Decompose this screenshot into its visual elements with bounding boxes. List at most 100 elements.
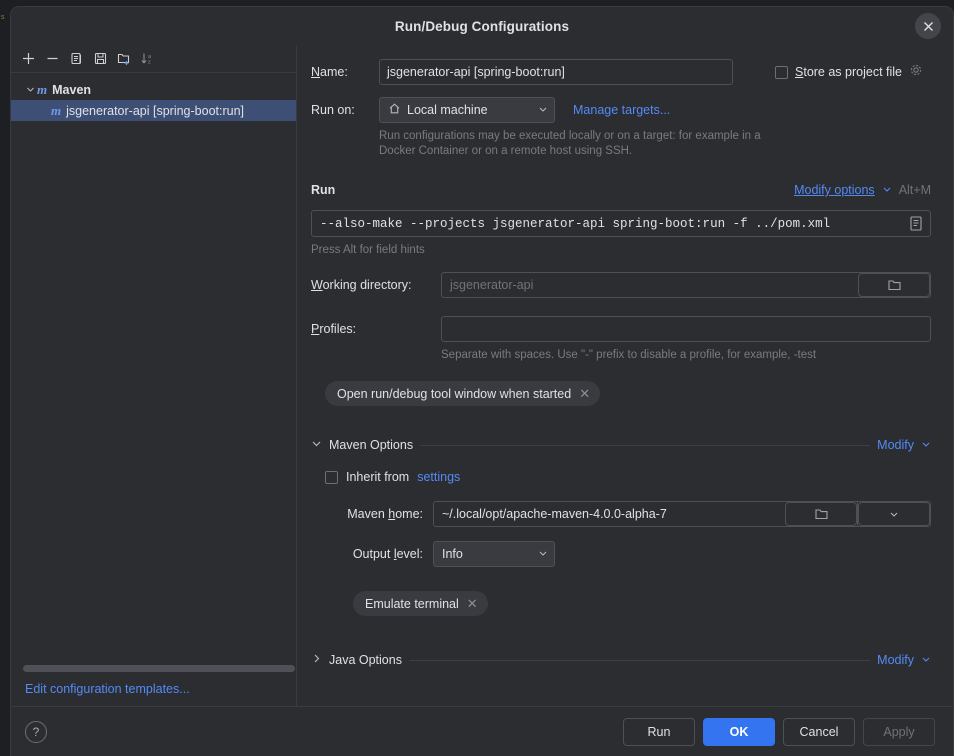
java-options-modify-link[interactable]: Modify	[877, 653, 914, 667]
folder-icon[interactable]	[858, 273, 930, 297]
profiles-row: Profiles:	[311, 316, 931, 342]
folder-icon[interactable]	[785, 502, 857, 526]
maven-options-title: Maven Options	[329, 438, 414, 452]
sidebar-footer: Edit configuration templates...	[11, 665, 296, 706]
run-section-title: Run	[311, 183, 336, 197]
sort-alpha-icon[interactable]: a z	[137, 48, 159, 70]
scrollbar-thumb[interactable]	[23, 665, 295, 672]
tag-label: Emulate terminal	[365, 596, 459, 611]
save-icon[interactable]	[89, 48, 111, 70]
run-button[interactable]: Run	[623, 717, 695, 746]
section-rule	[408, 659, 871, 661]
tree-group-label: Maven	[52, 82, 92, 97]
gear-icon[interactable]	[909, 63, 923, 82]
new-folder-icon[interactable]	[113, 48, 135, 70]
maven-icon: m	[51, 102, 62, 118]
sidebar-toolbar: a z	[11, 45, 296, 73]
maven-options-modify-link[interactable]: Modify	[877, 438, 914, 452]
dialog-body: a z m Maven m jsgenerator-api [spring-bo…	[11, 45, 953, 706]
inherit-from-settings-row[interactable]: Inherit from settings	[325, 470, 931, 484]
tree-item-label: jsgenerator-api [spring-boot:run]	[66, 103, 244, 118]
dialog-footer: ? Run OK Cancel Apply	[11, 706, 953, 756]
maven-home-input[interactable]: ~/.local/opt/apache-maven-4.0.0-alpha-7	[433, 501, 931, 527]
close-icon[interactable]: ✕	[579, 387, 590, 400]
output-level-dropdown[interactable]: Info	[433, 541, 555, 567]
home-icon	[388, 102, 401, 118]
tree-group-maven[interactable]: m Maven	[11, 79, 296, 100]
output-level-value: Info	[442, 547, 463, 561]
working-directory-row: Working directory: jsgenerator-api	[311, 272, 931, 298]
tag-label: Open run/debug tool window when started	[337, 386, 572, 401]
footer-buttons: Run OK Cancel Apply	[623, 717, 935, 746]
manage-targets-link[interactable]: Manage targets...	[573, 103, 670, 117]
profiles-label: Profiles:	[311, 322, 357, 336]
tree-item-jsgenerator-api[interactable]: m jsgenerator-api [spring-boot:run]	[11, 100, 296, 121]
chevron-down-icon[interactable]	[921, 651, 931, 669]
copy-icon[interactable]	[65, 48, 87, 70]
run-on-value: Local machine	[407, 103, 488, 117]
run-on-hint: Run configurations may be executed local…	[379, 130, 761, 157]
inherit-from-label: Inherit from	[346, 470, 410, 484]
name-input[interactable]: jsgenerator-api [spring-boot:run]	[379, 59, 733, 85]
configuration-form: Name: jsgenerator-api [spring-boot:run] …	[297, 45, 953, 706]
run-on-dropdown[interactable]: Local machine	[379, 97, 555, 123]
chevron-right-icon[interactable]	[311, 651, 322, 669]
sidebar-horizontal-scrollbar[interactable]	[23, 665, 295, 672]
maven-home-label: Maven home:	[347, 507, 423, 521]
java-options-section-header[interactable]: Java Options Modify	[311, 651, 931, 669]
apply-button: Apply	[863, 717, 935, 746]
tag-row-emulate-terminal: Emulate terminal ✕	[353, 591, 931, 616]
output-level-label: Output level:	[352, 547, 423, 561]
name-label: Name:	[311, 65, 348, 79]
store-as-project-file-checkbox[interactable]	[775, 65, 788, 79]
profiles-input[interactable]	[441, 316, 931, 342]
chevron-down-icon[interactable]	[921, 436, 931, 454]
dialog-titlebar: Run/Debug Configurations	[11, 7, 953, 45]
store-as-project-file-label: Store as project file	[795, 65, 903, 79]
configurations-tree[interactable]: m Maven m jsgenerator-api [spring-boot:r…	[11, 73, 296, 665]
modify-options-link[interactable]: Modify options	[794, 183, 875, 197]
command-hint: Press Alt for field hints	[311, 244, 425, 256]
close-icon[interactable]	[915, 13, 941, 39]
command-line-value: --also-make --projects jsgenerator-api s…	[320, 216, 831, 231]
remove-icon[interactable]	[41, 48, 63, 70]
maven-icon: m	[37, 81, 48, 97]
store-as-project-file-row[interactable]: Store as project file	[775, 63, 923, 82]
maven-home-value: ~/.local/opt/apache-maven-4.0.0-alpha-7	[442, 507, 667, 521]
add-icon[interactable]	[17, 48, 39, 70]
working-directory-placeholder: jsgenerator-api	[450, 278, 534, 292]
help-button[interactable]: ?	[25, 720, 47, 743]
close-icon[interactable]: ✕	[467, 597, 478, 610]
cancel-button[interactable]: Cancel	[783, 717, 855, 746]
name-input-value: jsgenerator-api [spring-boot:run]	[387, 65, 565, 79]
tag-row-open-tool-window: Open run/debug tool window when started …	[325, 381, 931, 406]
chevron-down-icon[interactable]	[882, 181, 892, 199]
tag-emulate-terminal[interactable]: Emulate terminal ✕	[353, 591, 488, 616]
maven-home-row: Maven home: ~/.local/opt/apache-maven-4.…	[325, 501, 931, 527]
chevron-down-icon[interactable]	[23, 85, 37, 94]
inherit-from-settings-checkbox[interactable]	[325, 470, 338, 484]
command-line-input[interactable]: --also-make --projects jsgenerator-api s…	[311, 210, 931, 237]
dialog-title: Run/Debug Configurations	[394, 18, 570, 34]
edit-configuration-templates-link[interactable]: Edit configuration templates...	[11, 682, 296, 696]
tag-open-run-debug-tool-window[interactable]: Open run/debug tool window when started …	[325, 381, 601, 406]
name-row: Name: jsgenerator-api [spring-boot:run] …	[311, 59, 931, 85]
chevron-down-icon[interactable]	[538, 103, 548, 117]
run-debug-configurations-dialog: Run/Debug Configurations a z m Maven m j…	[10, 6, 954, 756]
working-directory-label: Working directory:	[311, 278, 412, 292]
configurations-sidebar: a z m Maven m jsgenerator-api [spring-bo…	[11, 45, 297, 706]
settings-link[interactable]: settings	[417, 470, 460, 484]
output-level-row: Output level: Info	[325, 541, 931, 567]
run-on-label: Run on:	[311, 103, 355, 117]
expand-editor-icon[interactable]	[908, 215, 924, 237]
maven-options-section-header[interactable]: Maven Options Modify	[311, 436, 931, 454]
chevron-down-icon[interactable]	[858, 502, 930, 526]
working-directory-input[interactable]: jsgenerator-api	[441, 272, 931, 298]
chevron-down-icon[interactable]	[311, 436, 322, 454]
section-rule	[342, 190, 787, 191]
background-app-fragment: s	[1, 14, 5, 21]
ok-button[interactable]: OK	[703, 717, 775, 746]
profiles-hint: Separate with spaces. Use "-" prefix to …	[441, 349, 817, 361]
chevron-down-icon[interactable]	[538, 547, 548, 561]
section-rule	[420, 444, 871, 446]
